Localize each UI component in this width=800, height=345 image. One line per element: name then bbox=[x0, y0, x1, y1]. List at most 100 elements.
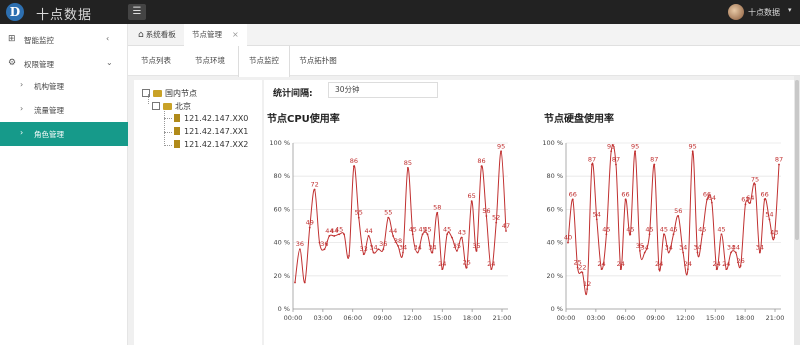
data-point bbox=[362, 253, 365, 256]
data-label: 45 bbox=[717, 225, 725, 233]
data-point bbox=[749, 201, 752, 204]
data-point bbox=[710, 201, 713, 204]
data-point bbox=[610, 150, 613, 153]
x-tick-label: 15:00 bbox=[433, 314, 452, 322]
data-point bbox=[411, 233, 414, 236]
data-point bbox=[605, 233, 608, 236]
data-label: 45 bbox=[335, 225, 343, 233]
series-line bbox=[294, 150, 507, 283]
data-point bbox=[648, 233, 651, 236]
data-label: 44 bbox=[364, 227, 372, 235]
data-point bbox=[308, 226, 311, 229]
data-label: 43 bbox=[770, 229, 778, 237]
data-point bbox=[758, 251, 761, 254]
data-point bbox=[634, 150, 637, 153]
data-point bbox=[303, 281, 306, 284]
data-label: 87 bbox=[588, 156, 596, 164]
data-point bbox=[591, 163, 593, 166]
data-label: 44 bbox=[389, 227, 397, 235]
data-point bbox=[382, 248, 385, 251]
data-label: 40 bbox=[564, 234, 572, 242]
data-point bbox=[421, 233, 424, 236]
x-tick-label: 12:00 bbox=[403, 314, 422, 322]
data-point bbox=[754, 183, 756, 186]
x-tick-label: 00:00 bbox=[557, 314, 576, 322]
data-point bbox=[615, 163, 617, 166]
data-label: 86 bbox=[350, 157, 358, 165]
y-tick-label: 60 % bbox=[546, 205, 563, 213]
data-point bbox=[653, 163, 656, 166]
data-label: 36 bbox=[379, 240, 387, 248]
data-point bbox=[343, 233, 345, 236]
data-point bbox=[739, 264, 742, 267]
data-label: 45 bbox=[423, 225, 431, 233]
x-tick-label: 21:00 bbox=[766, 314, 785, 322]
y-tick-label: 20 % bbox=[546, 272, 563, 280]
data-label: 95 bbox=[631, 142, 639, 150]
charts-layer: 0 % 20 % 40 % 60 % 80 % 100 % 00:00 03:00 06:00 0… bbox=[269, 139, 785, 322]
y-tick-label: 60 % bbox=[273, 205, 290, 213]
data-point bbox=[619, 268, 622, 271]
data-label: 66 bbox=[569, 190, 577, 198]
data-label: 49 bbox=[306, 219, 314, 227]
data-label: 56 bbox=[674, 207, 682, 215]
data-point bbox=[406, 167, 409, 169]
data-point bbox=[348, 254, 350, 257]
data-point bbox=[465, 266, 468, 269]
y-tick-label: 20 % bbox=[273, 272, 290, 280]
data-point bbox=[367, 235, 370, 237]
data-label: 47 bbox=[502, 222, 510, 230]
y-tick-label: 40 % bbox=[273, 239, 290, 247]
data-label: 43 bbox=[458, 229, 466, 237]
data-label: 24 bbox=[722, 260, 730, 268]
data-point bbox=[470, 200, 473, 203]
data-label: 55 bbox=[355, 209, 363, 217]
data-point bbox=[357, 216, 360, 219]
y-tick-label: 100 % bbox=[269, 139, 290, 147]
data-point bbox=[701, 233, 704, 236]
data-point bbox=[490, 268, 493, 271]
data-point bbox=[338, 233, 341, 236]
data-label: 45 bbox=[626, 225, 634, 233]
data-label: 72 bbox=[310, 180, 318, 188]
data-point bbox=[725, 268, 728, 271]
data-point bbox=[763, 198, 766, 201]
data-label: 95 bbox=[497, 142, 505, 150]
data-point bbox=[294, 281, 296, 284]
data-label: 45 bbox=[443, 225, 451, 233]
data-point bbox=[595, 218, 598, 221]
data-point bbox=[773, 236, 776, 239]
data-point bbox=[691, 150, 694, 153]
data-point bbox=[768, 218, 771, 221]
data-point bbox=[734, 251, 737, 254]
data-point bbox=[778, 163, 780, 166]
data-point bbox=[715, 268, 718, 271]
data-label: 24 bbox=[597, 260, 605, 268]
data-point bbox=[446, 233, 449, 236]
data-point bbox=[416, 251, 419, 254]
data-point bbox=[567, 241, 569, 244]
data-label: 66 bbox=[760, 190, 768, 198]
data-label: 35 bbox=[453, 242, 461, 250]
data-label: 34 bbox=[399, 244, 407, 252]
scrollbar-thumb[interactable] bbox=[795, 80, 799, 240]
data-label: 87 bbox=[650, 156, 658, 164]
data-point bbox=[431, 251, 434, 254]
series-line bbox=[567, 144, 780, 296]
data-point bbox=[387, 216, 390, 219]
data-point bbox=[571, 198, 574, 201]
data-point bbox=[333, 235, 336, 237]
data-point bbox=[441, 268, 444, 271]
data-point bbox=[658, 268, 661, 271]
y-tick-label: 40 % bbox=[546, 239, 563, 247]
data-label: 24 bbox=[617, 260, 625, 268]
data-label: 45 bbox=[409, 225, 417, 233]
data-label: 65 bbox=[468, 192, 476, 200]
data-label: 24 bbox=[713, 260, 721, 268]
data-label: 56 bbox=[482, 207, 490, 215]
x-tick-label: 15:00 bbox=[706, 314, 725, 322]
data-point bbox=[720, 233, 723, 236]
data-point bbox=[313, 188, 316, 191]
y-tick-label: 0 % bbox=[278, 305, 290, 313]
x-tick-label: 06:00 bbox=[343, 314, 362, 322]
